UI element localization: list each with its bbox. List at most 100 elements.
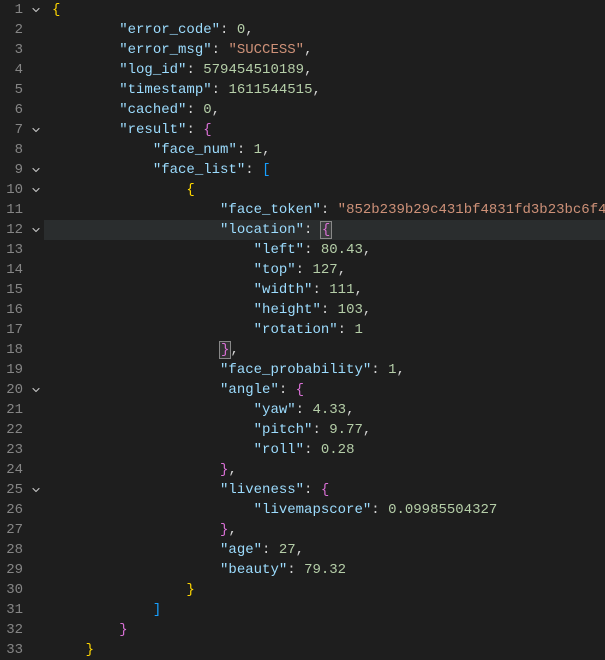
line-number: 21 [0,400,28,420]
code-line[interactable]: "age": 27, [44,540,605,560]
code-line[interactable]: "cached": 0, [44,100,605,120]
chevron-down-icon[interactable] [28,0,44,20]
token-punc: : [338,322,355,338]
code-line[interactable]: }, [44,340,605,360]
fold-placeholder [28,100,44,120]
code-line[interactable]: "face_token": "852b239b29c431bf4831fd3b2… [44,200,605,220]
code-line[interactable]: ] [44,600,605,620]
token-punc: : [287,562,304,578]
gutter-row: 8 [0,140,44,160]
token-num: 1 [354,322,362,338]
token-punc: , [338,262,346,278]
code-line[interactable]: "livemapscore": 0.09985504327 [44,500,605,520]
code-line[interactable]: "face_probability": 1, [44,360,605,380]
code-line[interactable]: }, [44,520,605,540]
chevron-down-icon[interactable] [28,180,44,200]
fold-placeholder [28,400,44,420]
token-key: "livemapscore" [254,502,372,518]
code-line[interactable]: "log_id": 579454510189, [44,60,605,80]
code-line[interactable]: }, [44,460,605,480]
token-key: "result" [119,122,186,138]
token-brace-p: { [320,221,332,239]
token-str: "852b239b29c431bf4831fd3b23bc6f4e" [338,202,605,218]
token-punc: : [186,102,203,118]
token-punc: : [321,302,338,318]
code-line[interactable]: { [44,180,605,200]
line-number: 23 [0,440,28,460]
code-line[interactable]: "beauty": 79.32 [44,560,605,580]
chevron-down-icon[interactable] [28,120,44,140]
token-key: "face_probability" [220,362,371,378]
code-line[interactable]: "result": { [44,120,605,140]
fold-placeholder [28,60,44,80]
token-brace-y: } [186,582,194,598]
token-key: "beauty" [220,562,287,578]
token-num: 27 [279,542,296,558]
fold-placeholder [28,420,44,440]
line-number: 31 [0,600,28,620]
code-line[interactable]: "liveness": { [44,480,605,500]
token-key: "yaw" [254,402,296,418]
token-punc: : [312,422,329,438]
line-number: 20 [0,380,28,400]
code-line[interactable]: "error_code": 0, [44,20,605,40]
line-number: 14 [0,260,28,280]
token-num: 79.32 [304,562,346,578]
gutter-row: 27 [0,520,44,540]
chevron-down-icon[interactable] [28,160,44,180]
code-line[interactable]: } [44,620,605,640]
code-line[interactable]: "face_list": [ [44,160,605,180]
token-punc: , [304,62,312,78]
token-punc: , [312,82,320,98]
code-line[interactable]: "face_num": 1, [44,140,605,160]
token-punc: : [186,122,203,138]
code-line[interactable]: "yaw": 4.33, [44,400,605,420]
code-line[interactable]: } [44,580,605,600]
line-number: 9 [0,160,28,180]
code-line[interactable]: "error_msg": "SUCCESS", [44,40,605,60]
token-key: "cached" [119,102,186,118]
gutter-row: 20 [0,380,44,400]
token-key: "roll" [254,442,304,458]
token-key: "error_code" [119,22,220,38]
code-line[interactable]: } [44,640,605,660]
line-number: 13 [0,240,28,260]
chevron-down-icon[interactable] [28,220,44,240]
code-line[interactable]: { [44,0,605,20]
code-line[interactable]: "roll": 0.28 [44,440,605,460]
token-punc: : [212,82,229,98]
token-punc: , [262,142,270,158]
gutter-row: 11 [0,200,44,220]
code-editor[interactable]: 1234567891011121314151617181920212223242… [0,0,605,630]
line-number: 4 [0,60,28,80]
token-key: "face_token" [220,202,321,218]
gutter-row: 5 [0,80,44,100]
code-line[interactable]: "rotation": 1 [44,320,605,340]
code-line[interactable]: "left": 80.43, [44,240,605,260]
token-punc: : [371,362,388,378]
chevron-down-icon[interactable] [28,480,44,500]
token-num: 1 [254,142,262,158]
fold-placeholder [28,340,44,360]
line-number: 7 [0,120,28,140]
fold-placeholder [28,240,44,260]
code-line[interactable]: "location": { [44,220,605,240]
code-line[interactable]: "timestamp": 1611544515, [44,80,605,100]
gutter-row: 14 [0,260,44,280]
chevron-down-icon[interactable] [28,380,44,400]
fold-placeholder [28,20,44,40]
line-number: 19 [0,360,28,380]
code-line[interactable]: "width": 111, [44,280,605,300]
code-line[interactable]: "pitch": 9.77, [44,420,605,440]
token-key: "pitch" [254,422,313,438]
token-punc: , [296,542,304,558]
fold-placeholder [28,80,44,100]
fold-placeholder [28,460,44,480]
code-line[interactable]: "top": 127, [44,260,605,280]
code-line[interactable]: "height": 103, [44,300,605,320]
code-line[interactable]: "angle": { [44,380,605,400]
code-area[interactable]: { "error_code": 0, "error_msg": "SUCCESS… [44,0,605,630]
line-number: 18 [0,340,28,360]
token-num: 0 [203,102,211,118]
token-bracket-b: ] [153,602,161,618]
